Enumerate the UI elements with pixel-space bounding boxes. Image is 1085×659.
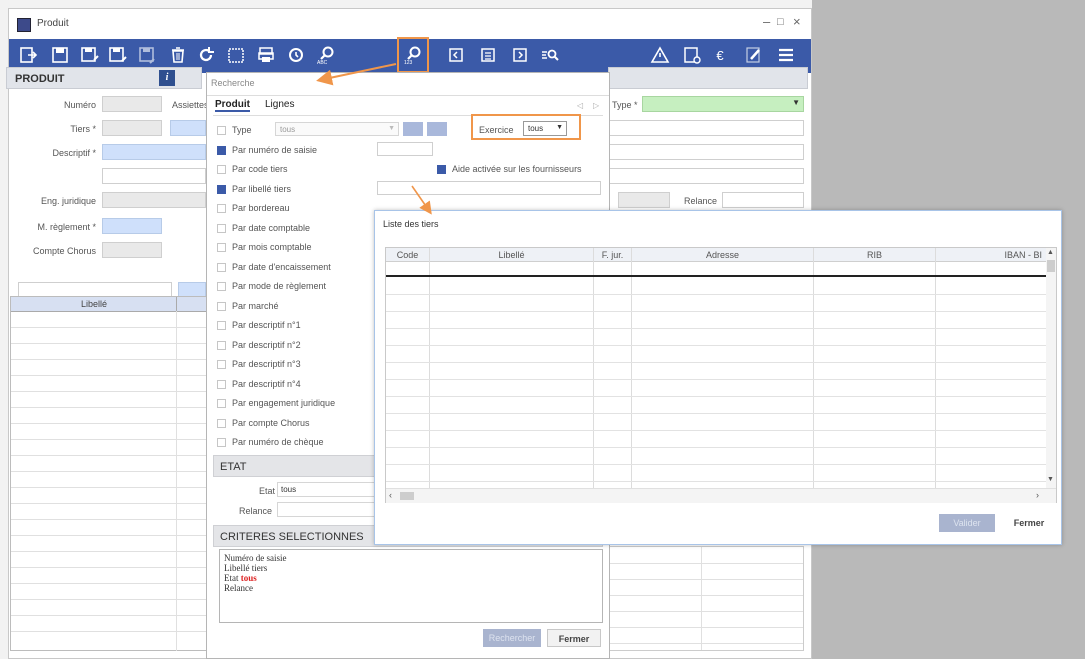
arrow-search-to-recherche [316, 63, 397, 86]
arrow-to-liste-tiers [411, 185, 432, 215]
annotation-arrows [316, 63, 432, 215]
